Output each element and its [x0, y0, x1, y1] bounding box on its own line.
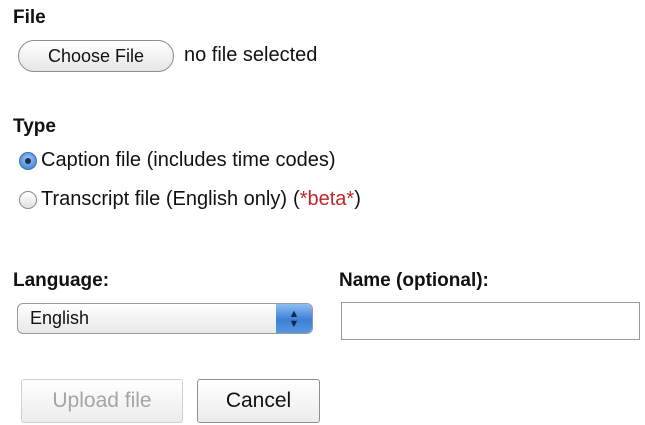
language-selected-value: English [30, 308, 90, 328]
upload-file-button[interactable]: Upload file [21, 379, 183, 423]
name-input[interactable] [341, 302, 640, 340]
beta-note-open: ( [293, 188, 300, 210]
cancel-button[interactable]: Cancel [197, 379, 320, 423]
name-label: Name (optional): [339, 270, 489, 291]
transcript-file-label: Transcript file (English only) [41, 188, 288, 210]
caption-file-option[interactable]: Caption file (includes time codes) [19, 149, 336, 172]
transcript-file-radio[interactable] [19, 190, 37, 209]
choose-file-button[interactable]: Choose File [18, 40, 174, 72]
transcript-file-option[interactable]: Transcript file (English only) (*beta*) [19, 188, 361, 211]
caption-file-label: Caption file (includes time codes) [41, 149, 336, 171]
file-status-text: no file selected [184, 44, 318, 66]
language-select[interactable]: English ▲ ▼ [17, 303, 313, 334]
caption-file-radio[interactable] [19, 151, 37, 170]
file-label: File [13, 7, 46, 28]
beta-note-close: ) [354, 188, 361, 210]
type-label: Type [13, 116, 56, 137]
beta-tag: *beta* [299, 188, 355, 210]
up-down-arrows-icon: ▲ ▼ [276, 304, 312, 333]
language-label: Language: [13, 270, 110, 291]
beta-note: (*beta*) [293, 188, 361, 211]
